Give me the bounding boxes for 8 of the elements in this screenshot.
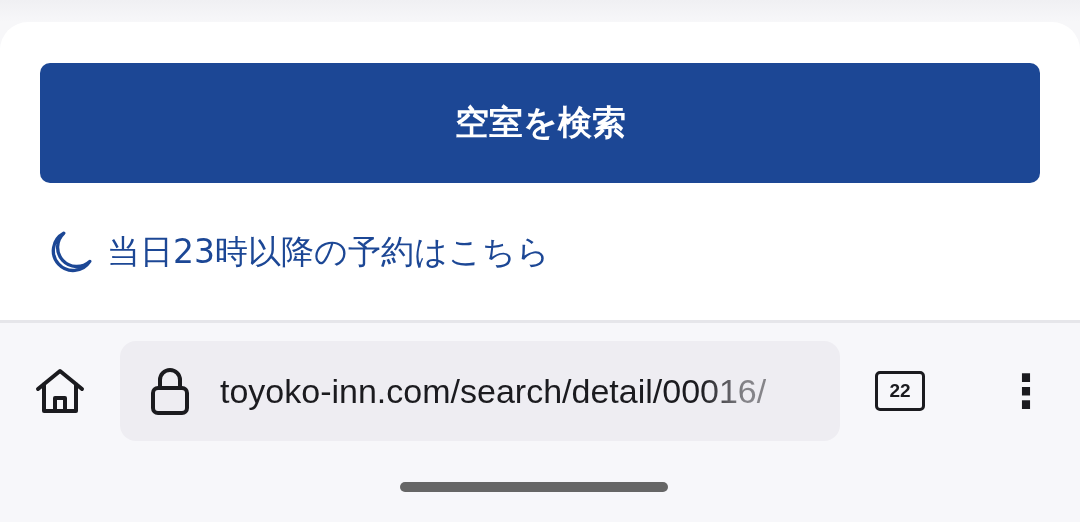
late-reservation-link[interactable]: 当日23時以降の予約はこちら xyxy=(107,229,550,275)
lock-icon xyxy=(150,366,190,416)
tab-count-button[interactable]: 22 xyxy=(875,371,925,411)
menu-button[interactable]: ⋮ xyxy=(1003,364,1049,418)
home-icon[interactable] xyxy=(34,367,86,415)
search-button[interactable]: 空室を検索 xyxy=(40,63,1040,183)
url-text: toyoko-inn.com/search/detail/00016/ xyxy=(220,371,767,411)
address-bar[interactable]: toyoko-inn.com/search/detail/00016/ xyxy=(120,341,840,441)
